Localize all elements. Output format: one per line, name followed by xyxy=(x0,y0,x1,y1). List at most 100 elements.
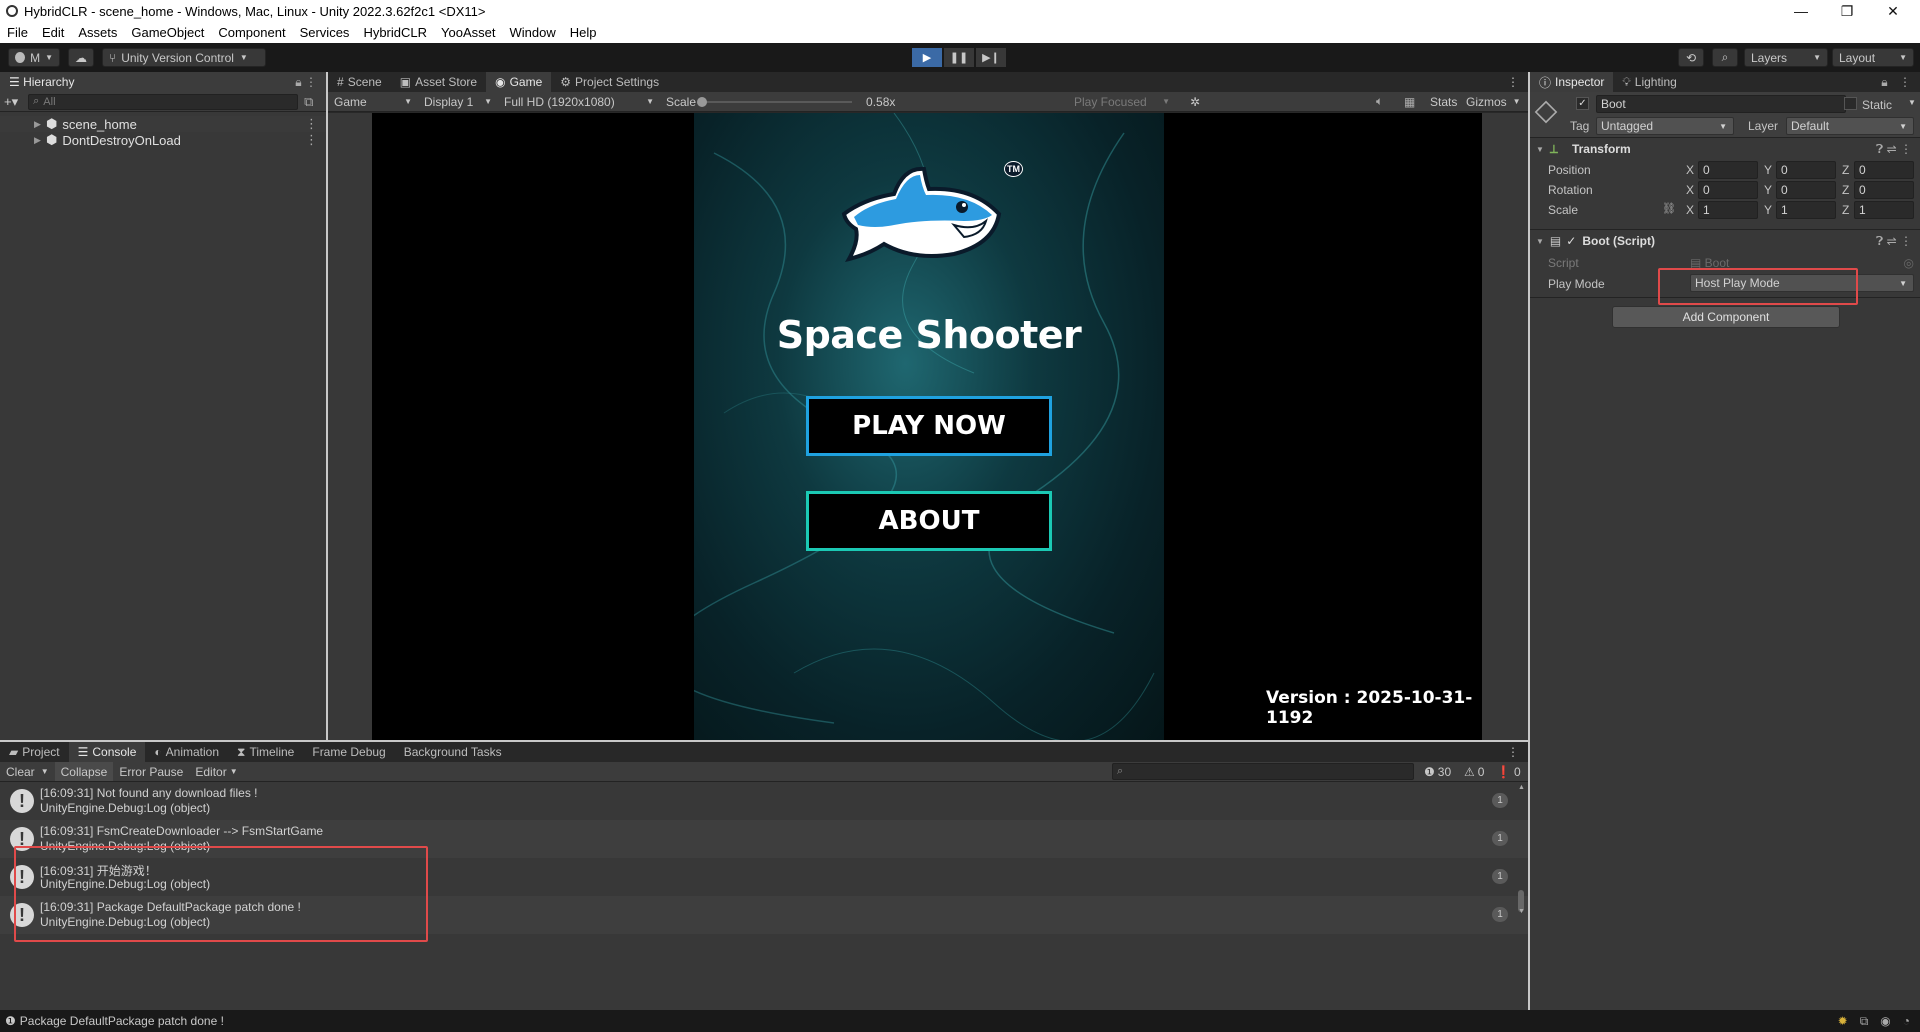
collab-icon[interactable]: ◉ xyxy=(1880,1014,1890,1029)
menu-services[interactable]: Services xyxy=(293,25,357,40)
y-axis-label[interactable]: Y xyxy=(1764,203,1772,217)
rotation-x-field[interactable]: 0 xyxy=(1698,181,1758,199)
resolution-dropdown[interactable]: Full HD (1920x1080) ▼ xyxy=(498,95,660,109)
menu-hybridclr[interactable]: HybridCLR xyxy=(356,25,434,40)
preset-icon[interactable]: ⇌ xyxy=(1887,142,1897,156)
position-z-field[interactable]: 0 xyxy=(1854,161,1914,179)
bug-icon[interactable]: ✲ xyxy=(1184,95,1206,109)
layers-dropdown[interactable]: Layers ▼ xyxy=(1744,48,1828,67)
version-control-dropdown[interactable]: ⑂ Unity Version Control ▼ xyxy=(102,48,266,67)
menu-assets[interactable]: Assets xyxy=(71,25,124,40)
collapse-toggle[interactable]: Collapse xyxy=(54,762,114,781)
tab-project-settings[interactable]: ⚙ Project Settings xyxy=(551,72,668,92)
tab-inspector[interactable]: ⓘ Inspector xyxy=(1530,72,1614,92)
x-axis-label[interactable]: X xyxy=(1686,203,1694,217)
more-menu-icon[interactable]: ⋮ xyxy=(1498,72,1528,92)
menu-file[interactable]: File xyxy=(0,25,35,40)
error-count-toggle[interactable]: ❗ 0 xyxy=(1490,765,1527,779)
scale-y-field[interactable]: 1 xyxy=(1776,201,1836,219)
game-mode-dropdown[interactable]: Game ▼ xyxy=(328,95,418,109)
console-entry[interactable]: ! [16:09:31] Not found any download files… xyxy=(0,782,1528,820)
tab-animation[interactable]: ◐ Animation xyxy=(145,742,228,762)
tab-asset-store[interactable]: ▣ Asset Store xyxy=(391,72,486,92)
static-checkbox[interactable] xyxy=(1844,97,1857,110)
close-button[interactable]: ✕ xyxy=(1870,0,1916,22)
preset-icon[interactable]: ⇌ xyxy=(1887,234,1897,248)
scale-slider[interactable] xyxy=(697,96,853,108)
progress-icon[interactable]: ⧉ xyxy=(1860,1014,1869,1029)
x-axis-label[interactable]: X xyxy=(1686,183,1694,197)
add-object-button[interactable]: +▾ xyxy=(4,94,18,110)
display-dropdown[interactable]: Display 1 ▼ xyxy=(418,95,498,109)
clear-options-dropdown[interactable]: ▼ xyxy=(35,767,55,776)
more-menu-icon[interactable]: ⋮ xyxy=(305,116,318,132)
constrain-proportions-icon[interactable]: ⛓ xyxy=(1662,202,1676,215)
menu-component[interactable]: Component xyxy=(211,25,292,40)
y-axis-label[interactable]: Y xyxy=(1764,163,1772,177)
tab-lighting[interactable]: 💡︎ Lighting xyxy=(1613,72,1685,92)
z-axis-label[interactable]: Z xyxy=(1842,183,1849,197)
play-button[interactable]: ▶ xyxy=(912,48,942,67)
minimize-button[interactable]: — xyxy=(1778,0,1824,22)
cache-server-icon[interactable]: ✹ xyxy=(1838,1014,1848,1029)
filter-icon[interactable]: ⧉ xyxy=(304,94,313,110)
cloud-button[interactable]: ☁ xyxy=(68,48,94,67)
lock-icon[interactable]: 🔒︎ xyxy=(295,75,301,89)
position-x-field[interactable]: 0 xyxy=(1698,161,1758,179)
scale-x-field[interactable]: 1 xyxy=(1698,201,1758,219)
help-icon[interactable]: ❓︎ xyxy=(1876,142,1883,156)
more-menu-icon[interactable]: ⋮ xyxy=(1498,742,1528,762)
active-checkbox[interactable]: ✓ xyxy=(1576,97,1589,110)
menu-yooasset[interactable]: YooAsset xyxy=(434,25,502,40)
pause-button[interactable]: ❚❚ xyxy=(944,48,974,67)
menu-window[interactable]: Window xyxy=(502,25,562,40)
tab-console[interactable]: ☰ Console xyxy=(68,742,146,762)
more-menu-icon[interactable]: ⋮ xyxy=(1900,142,1912,156)
tab-hierarchy[interactable]: ☰ Hierarchy 🔒︎ ⋮ xyxy=(0,72,326,92)
more-menu-icon[interactable]: ⋮ xyxy=(1900,234,1912,248)
notification-icon[interactable]: ◔ xyxy=(1903,1014,1910,1029)
hierarchy-search-input[interactable]: ⌕ All xyxy=(28,93,299,110)
add-component-button[interactable]: Add Component xyxy=(1612,306,1840,328)
audio-icon[interactable]: 🔈︎ xyxy=(1370,94,1389,109)
transform-header[interactable]: ▼ ⟂ Transform ❓︎ ⇌ ⋮ xyxy=(1530,138,1920,160)
maximize-button[interactable]: ❐ xyxy=(1824,0,1870,22)
gizmos-dropdown[interactable]: Gizmos ▼ xyxy=(1460,95,1524,109)
step-button[interactable]: ▶❙ xyxy=(976,48,1006,67)
search-button[interactable]: ⌕ xyxy=(1712,48,1738,67)
warning-count-toggle[interactable]: ⚠ 0 xyxy=(1458,765,1490,779)
position-y-field[interactable]: 0 xyxy=(1776,161,1836,179)
scale-z-field[interactable]: 1 xyxy=(1854,201,1914,219)
more-menu-icon[interactable]: ⋮ xyxy=(305,132,318,148)
x-axis-label[interactable]: X xyxy=(1686,163,1694,177)
tab-timeline[interactable]: ⧗ Timeline xyxy=(228,742,303,762)
layer-dropdown[interactable]: Default ▼ xyxy=(1786,117,1914,135)
log-count-toggle[interactable]: ❶ 30 xyxy=(1418,765,1457,779)
tab-scene[interactable]: # Scene xyxy=(328,72,391,92)
tab-game[interactable]: ◉ Game xyxy=(486,72,552,92)
editor-dropdown[interactable]: Editor ▼ xyxy=(189,765,243,779)
console-scrollbar[interactable]: ▲ ▼ xyxy=(1516,782,1526,918)
error-pause-toggle[interactable]: Error Pause xyxy=(113,765,189,779)
clear-button[interactable]: Clear xyxy=(0,765,35,779)
tab-background-tasks[interactable]: Background Tasks xyxy=(395,742,511,762)
hierarchy-item[interactable]: ▶ ⬢ DontDestroyOnLoad ⋮ xyxy=(0,132,326,148)
hierarchy-item[interactable]: ▶ ⬢ scene_home ⋮ xyxy=(0,116,326,132)
menu-help[interactable]: Help xyxy=(563,25,604,40)
menu-edit[interactable]: Edit xyxy=(35,25,71,40)
history-button[interactable]: ⟲ xyxy=(1678,48,1704,67)
rotation-z-field[interactable]: 0 xyxy=(1854,181,1914,199)
script-enabled-checkbox[interactable]: ✓ xyxy=(1566,234,1576,248)
tab-project[interactable]: ▰ Project xyxy=(0,742,69,762)
z-axis-label[interactable]: Z xyxy=(1842,163,1849,177)
layout-dropdown[interactable]: Layout ▼ xyxy=(1832,48,1914,67)
status-message[interactable]: Package DefaultPackage patch done ! xyxy=(20,1014,224,1028)
about-button[interactable]: ABOUT xyxy=(806,491,1052,551)
boot-script-header[interactable]: ▼ ▤ ✓ Boot (Script) ❓︎ ⇌ ⋮ xyxy=(1530,230,1920,252)
more-menu-icon[interactable]: ⋮ xyxy=(1899,75,1911,89)
grid-icon[interactable]: ▦ xyxy=(1398,95,1421,109)
console-search-input[interactable]: ⌕ xyxy=(1112,763,1414,780)
play-now-button[interactable]: PLAY NOW xyxy=(806,396,1052,456)
static-dropdown-icon[interactable]: ▼ xyxy=(1908,98,1916,107)
tag-dropdown[interactable]: Untagged ▼ xyxy=(1596,117,1734,135)
